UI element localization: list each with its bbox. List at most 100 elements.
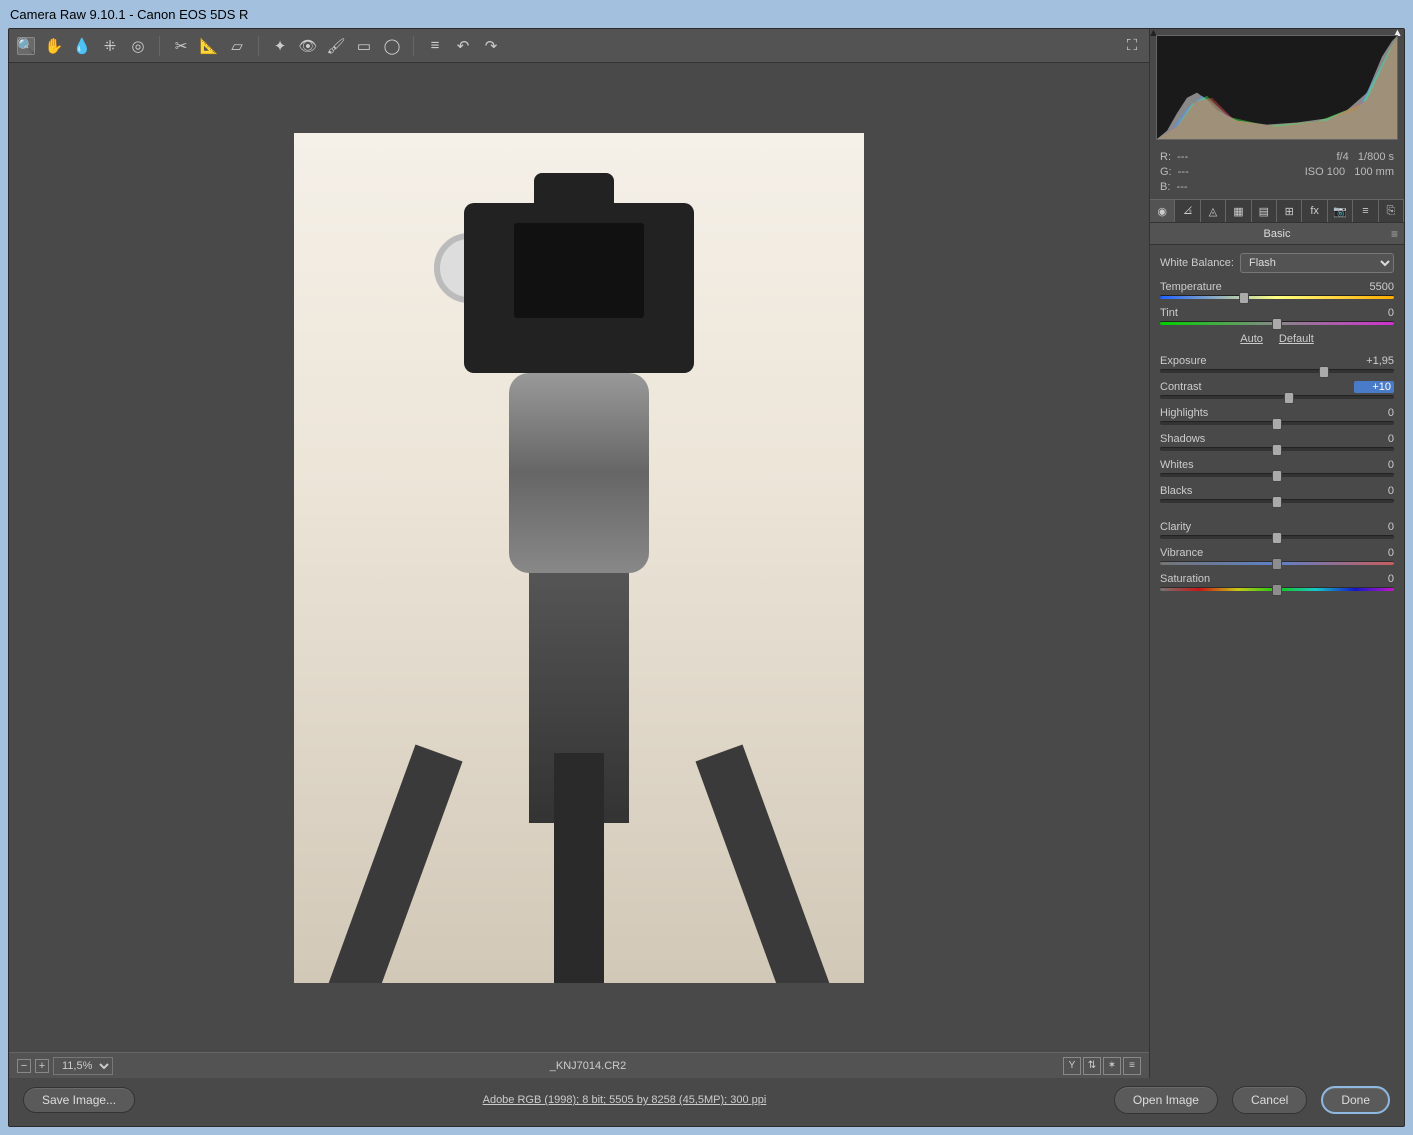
info-readout: R: --- G: --- B: --- f/4 1/800 s ISO 100…: [1150, 146, 1404, 199]
g-value: ---: [1178, 166, 1189, 178]
saturation-value[interactable]: 0: [1354, 573, 1394, 585]
vibrance-slider[interactable]: [1160, 561, 1394, 565]
default-link[interactable]: Default: [1279, 333, 1314, 345]
rotate-ccw-icon[interactable]: ↶: [454, 37, 472, 55]
open-image-button[interactable]: Open Image: [1114, 1086, 1218, 1114]
tab-split-icon[interactable]: ▤: [1252, 200, 1277, 222]
saturation-slider[interactable]: [1160, 587, 1394, 591]
highlights-slider[interactable]: [1160, 421, 1394, 425]
histogram[interactable]: [1156, 35, 1398, 140]
radial-filter-icon[interactable]: ◯: [383, 37, 401, 55]
slider-thumb[interactable]: [1272, 496, 1282, 508]
basic-panel-body: White Balance: Flash Temperature 5500: [1150, 245, 1404, 1078]
tab-snapshots-icon[interactable]: ⎘: [1379, 200, 1404, 222]
shutter-value: 1/800 s: [1358, 151, 1394, 163]
clarity-value[interactable]: 0: [1354, 521, 1394, 533]
vibrance-value[interactable]: 0: [1354, 547, 1394, 559]
zoom-select[interactable]: 11,5%: [53, 1057, 113, 1075]
tab-presets-icon[interactable]: ≡: [1353, 200, 1378, 222]
exposure-label: Exposure: [1160, 355, 1206, 367]
slider-thumb[interactable]: [1272, 558, 1282, 570]
temperature-slider[interactable]: [1160, 295, 1394, 299]
blacks-slider[interactable]: [1160, 499, 1394, 503]
separator: [258, 36, 259, 56]
tint-slider[interactable]: [1160, 321, 1394, 325]
slider-thumb[interactable]: [1272, 532, 1282, 544]
slider-thumb[interactable]: [1272, 318, 1282, 330]
image-preview[interactable]: [294, 133, 864, 983]
preview-bottom-bar: − + 11,5% _KNJ7014.CR2 Y ⇅ ✶ ≡: [9, 1052, 1149, 1078]
before-after-y-icon[interactable]: Y: [1063, 1057, 1081, 1075]
contrast-label: Contrast: [1160, 381, 1202, 393]
slider-thumb[interactable]: [1284, 392, 1294, 404]
copy-settings-icon[interactable]: ✶: [1103, 1057, 1121, 1075]
panel-title: Basic: [1264, 228, 1291, 240]
whites-slider[interactable]: [1160, 473, 1394, 477]
slider-thumb[interactable]: [1319, 366, 1329, 378]
save-image-button[interactable]: Save Image...: [23, 1087, 135, 1113]
tab-fx-icon[interactable]: fx: [1302, 200, 1327, 222]
contrast-value[interactable]: +10: [1354, 381, 1394, 393]
adjustment-brush-icon[interactable]: 🖌: [327, 37, 345, 55]
transform-tool-icon[interactable]: ▱: [228, 37, 246, 55]
tab-camera-icon[interactable]: 📷: [1328, 200, 1353, 222]
left-column: 🔍 ✋ 💧 ⁜ ◎ ✂ 📐 ▱ ✦ 👁 🖌 ▭ ◯ ≡: [9, 29, 1149, 1078]
white-balance-label: White Balance:: [1160, 257, 1234, 269]
targeted-adjustment-icon[interactable]: ◎: [129, 37, 147, 55]
done-button[interactable]: Done: [1321, 1086, 1390, 1114]
zoom-controls: − + 11,5%: [17, 1057, 113, 1075]
blacks-value[interactable]: 0: [1354, 485, 1394, 497]
clarity-label: Clarity: [1160, 521, 1191, 533]
tab-detail-icon[interactable]: ◬: [1201, 200, 1226, 222]
straighten-tool-icon[interactable]: 📐: [200, 37, 218, 55]
slider-thumb[interactable]: [1272, 470, 1282, 482]
slider-thumb[interactable]: [1272, 418, 1282, 430]
shadows-slider[interactable]: [1160, 447, 1394, 451]
blacks-label: Blacks: [1160, 485, 1192, 497]
tab-basic-icon[interactable]: ◉: [1150, 200, 1175, 222]
highlights-label: Highlights: [1160, 407, 1208, 419]
zoom-out-button[interactable]: −: [17, 1059, 31, 1073]
slider-thumb[interactable]: [1272, 444, 1282, 456]
swap-icon[interactable]: ⇅: [1083, 1057, 1101, 1075]
slider-thumb[interactable]: [1239, 292, 1249, 304]
spot-removal-icon[interactable]: ✦: [271, 37, 289, 55]
tint-value[interactable]: 0: [1354, 307, 1394, 319]
tab-lens-icon[interactable]: ⊞: [1277, 200, 1302, 222]
b-label: B:: [1160, 181, 1170, 193]
workflow-options-link[interactable]: Adobe RGB (1998); 8 bit; 5505 by 8258 (4…: [135, 1094, 1114, 1106]
settings-toggle-icon[interactable]: ≡: [1123, 1057, 1141, 1075]
exposure-value[interactable]: +1,95: [1354, 355, 1394, 367]
rotate-cw-icon[interactable]: ↷: [482, 37, 500, 55]
right-panel: ▲ ▲ R: --- G: ---: [1149, 29, 1404, 1078]
temperature-label: Temperature: [1160, 281, 1222, 293]
white-balance-eyedropper-icon[interactable]: 💧: [73, 37, 91, 55]
color-sampler-icon[interactable]: ⁜: [101, 37, 119, 55]
zoom-in-button[interactable]: +: [35, 1059, 49, 1073]
titlebar: Camera Raw 9.10.1 - Canon EOS 5DS R: [0, 0, 1413, 28]
contrast-slider[interactable]: [1160, 395, 1394, 399]
clarity-slider[interactable]: [1160, 535, 1394, 539]
crop-tool-icon[interactable]: ✂: [172, 37, 190, 55]
separator: [159, 36, 160, 56]
tab-hsl-icon[interactable]: ▦: [1226, 200, 1251, 222]
white-balance-select[interactable]: Flash: [1240, 253, 1394, 273]
shadows-value[interactable]: 0: [1354, 433, 1394, 445]
panel-menu-icon[interactable]: ≡: [1391, 227, 1398, 241]
slider-thumb[interactable]: [1272, 584, 1282, 596]
redeye-icon[interactable]: 👁: [299, 37, 317, 55]
compare-icons: Y ⇅ ✶ ≡: [1063, 1057, 1141, 1075]
preview-area[interactable]: [9, 63, 1149, 1052]
exposure-slider[interactable]: [1160, 369, 1394, 373]
tab-curve-icon[interactable]: ⦞: [1175, 200, 1200, 222]
hand-tool-icon[interactable]: ✋: [45, 37, 63, 55]
graduated-filter-icon[interactable]: ▭: [355, 37, 373, 55]
whites-value[interactable]: 0: [1354, 459, 1394, 471]
preferences-list-icon[interactable]: ≡: [426, 37, 444, 55]
highlights-value[interactable]: 0: [1354, 407, 1394, 419]
cancel-button[interactable]: Cancel: [1232, 1086, 1307, 1114]
fullscreen-icon[interactable]: ⛶: [1123, 37, 1141, 55]
zoom-tool-icon[interactable]: 🔍: [17, 37, 35, 55]
auto-link[interactable]: Auto: [1240, 333, 1263, 345]
temperature-value[interactable]: 5500: [1354, 281, 1394, 293]
